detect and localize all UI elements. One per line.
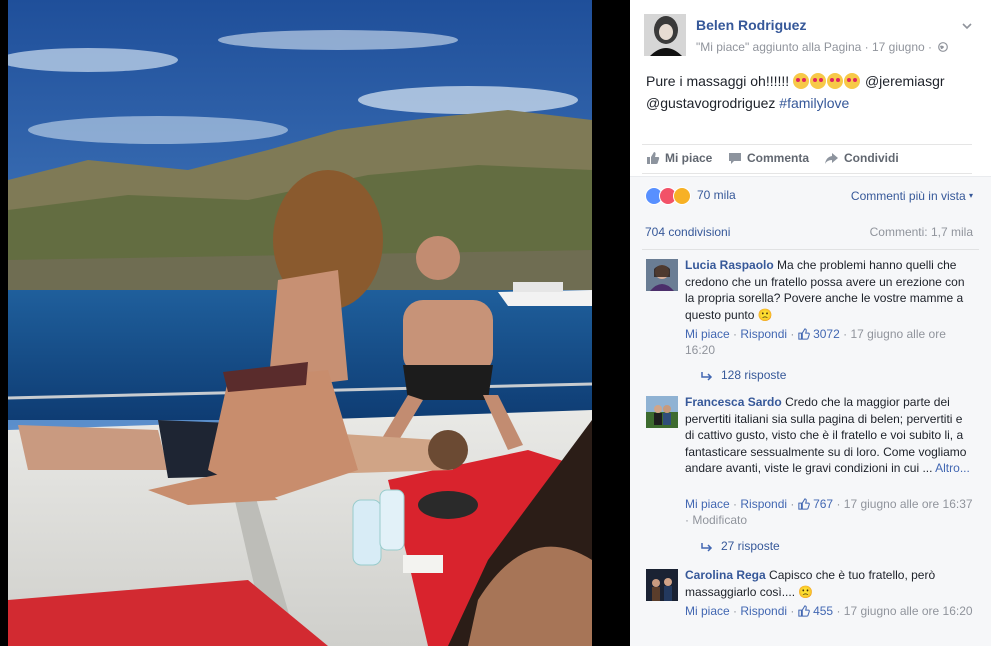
shares-count[interactable]: 704 condivisioni xyxy=(645,225,730,239)
globe-icon xyxy=(938,42,949,52)
like-button[interactable]: Mi piace xyxy=(646,151,712,165)
photo-illustration xyxy=(8,0,592,646)
replies-count: 27 risposte xyxy=(721,539,780,553)
post-header: Belen Rodriguez "Mi piace" aggiunto alla… xyxy=(644,14,977,58)
comment-like-count[interactable]: 455 xyxy=(813,604,833,618)
comment-sort-dropdown[interactable]: Commenti più in vista ▾ xyxy=(851,189,973,203)
see-more-link[interactable]: Altro... xyxy=(935,461,970,475)
thumbs-up-icon xyxy=(647,152,660,164)
heart-eyes-emoji-icon xyxy=(793,73,861,94)
view-replies-link[interactable]: 27 risposte xyxy=(701,539,780,553)
comments-count: Commenti: 1,7 mila xyxy=(869,225,973,239)
comment-body: Lucia Raspaolo Ma che problemi hanno que… xyxy=(685,257,975,323)
post-meta-text: "Mi piace" aggiunto alla Pagina · 17 giu… xyxy=(696,40,933,54)
caption-mention[interactable]: @jeremiasgr xyxy=(865,73,945,89)
comment-label: Commenta xyxy=(747,151,810,165)
comment-reply-link[interactable]: Rispondi xyxy=(740,327,787,341)
reactions-count[interactable]: 70 mila xyxy=(697,188,736,202)
reply-arrow-icon xyxy=(701,543,713,552)
comment-item: Carolina Rega Capisco che è tuo fratello… xyxy=(646,567,976,646)
share-icon xyxy=(825,153,838,164)
page-name[interactable]: Belen Rodriguez xyxy=(696,17,806,33)
photo-viewer xyxy=(0,0,630,646)
comment-avatar[interactable] xyxy=(646,259,678,291)
comment-like-link[interactable]: Mi piace xyxy=(685,497,730,511)
comments-area: 70 mila Commenti più in vista ▾ 704 cond… xyxy=(630,176,991,646)
comment-reply-link[interactable]: Rispondi xyxy=(740,497,787,511)
thumbs-up-icon xyxy=(798,605,810,617)
caret-down-icon: ▾ xyxy=(968,191,973,200)
comment-author[interactable]: Francesca Sardo xyxy=(685,395,782,409)
view-replies-link[interactable]: 128 risposte xyxy=(701,368,786,382)
thumbs-up-icon xyxy=(798,328,810,340)
share-label: Condividi xyxy=(844,151,899,165)
comment-reply-link[interactable]: Rispondi xyxy=(740,604,787,618)
comment-body: Francesca Sardo Credo che la maggior par… xyxy=(685,394,975,477)
comment-meta: Mi piace · Rispondi · 767 · 17 giugno al… xyxy=(685,497,973,527)
post-photo[interactable] xyxy=(8,0,592,646)
comment-body: Carolina Rega Capisco che è tuo fratello… xyxy=(685,567,975,600)
comment-item: Lucia Raspaolo Ma che problemi hanno que… xyxy=(646,257,976,387)
thumbs-up-icon xyxy=(798,498,810,510)
comment-like-link[interactable]: Mi piace xyxy=(685,327,730,341)
comment-meta: Mi piace · Rispondi · 3072 · 17 giugno a… xyxy=(685,327,946,357)
comment-like-count[interactable]: 3072 xyxy=(813,327,840,341)
chevron-down-icon[interactable] xyxy=(961,20,973,32)
wow-reaction-icon xyxy=(673,187,691,205)
page-avatar[interactable] xyxy=(644,14,686,56)
caption-hashtag[interactable]: #familylove xyxy=(779,95,849,111)
divider xyxy=(642,249,979,250)
share-button[interactable]: Condividi xyxy=(824,151,899,165)
comment-avatar[interactable] xyxy=(646,569,678,601)
post-panel: Belen Rodriguez "Mi piace" aggiunto alla… xyxy=(630,0,991,646)
comment-item: Francesca Sardo Credo che la maggior par… xyxy=(646,394,976,554)
comment-meta: Mi piace · Rispondi · 455 · 17 giugno al… xyxy=(685,604,973,618)
post-meta: "Mi piace" aggiunto alla Pagina · 17 giu… xyxy=(696,40,949,54)
like-label: Mi piace xyxy=(665,151,713,165)
comment-sort-label: Commenti più in vista xyxy=(850,189,966,203)
comment-like-link[interactable]: Mi piace xyxy=(685,604,730,618)
reply-arrow-icon xyxy=(701,372,713,381)
comment-like-count[interactable]: 767 xyxy=(813,497,833,511)
caption-text: Pure i massaggi oh!!!!!! xyxy=(646,73,790,89)
comment-avatar[interactable] xyxy=(646,396,678,428)
comment-author[interactable]: Lucia Raspaolo xyxy=(685,258,774,272)
replies-count: 128 risposte xyxy=(721,368,787,382)
post-caption: Pure i massaggi oh!!!!!! @jeremiasgr @gu… xyxy=(646,72,976,113)
comment-author[interactable]: Carolina Rega xyxy=(685,568,766,582)
post-actions: Mi piace Commenta Condividi xyxy=(642,144,972,174)
caption-mention-2[interactable]: @gustavogrodriguez xyxy=(646,95,775,111)
comment-button[interactable]: Commenta xyxy=(728,151,809,165)
comment-icon xyxy=(729,153,741,164)
comment-time: 17 giugno alle ore 16:20 xyxy=(843,604,973,618)
